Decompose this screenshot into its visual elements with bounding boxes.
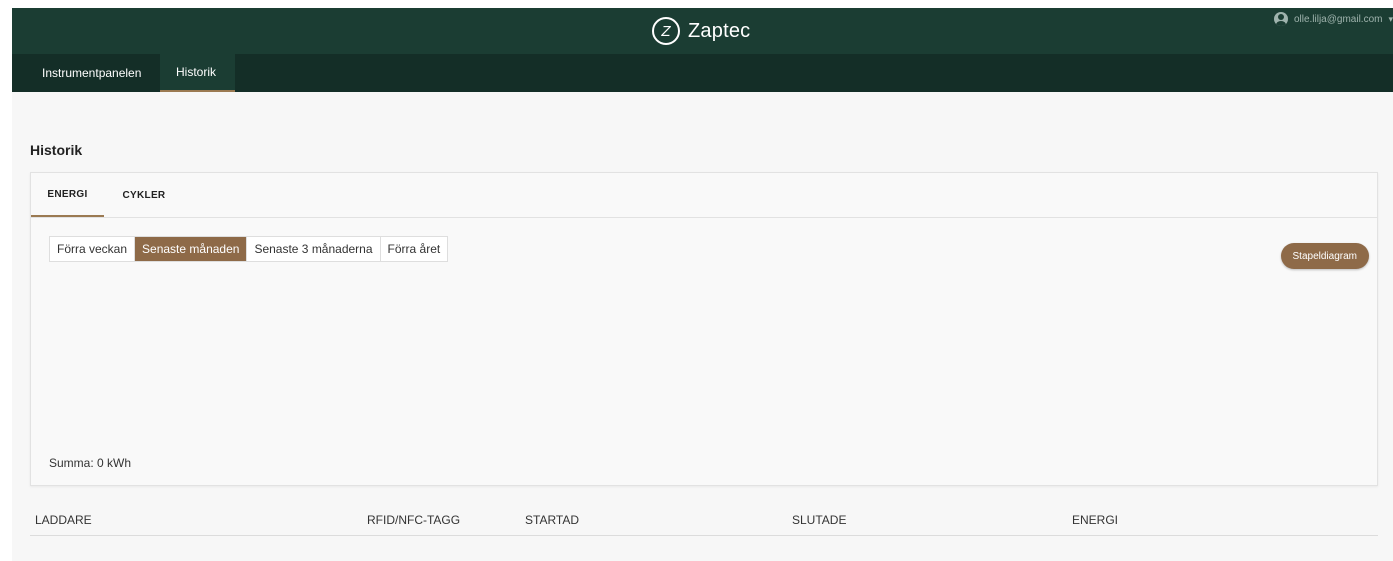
brand[interactable]: Z Zaptec	[652, 14, 750, 48]
range-button-senaste-3-manaderna[interactable]: Senaste 3 månaderna	[247, 237, 381, 261]
user-menu[interactable]: olle.lilja@gmail.com ▾	[1273, 12, 1393, 26]
energy-chart-area	[49, 273, 1359, 443]
nav-item-instrumentpanelen[interactable]: Instrumentpanelen	[26, 54, 158, 92]
sessions-table-header: LADDARE RFID/NFC-TAGG STARTAD SLUTADE EN…	[30, 504, 1378, 536]
time-range-selector: Förra veckan Senaste månaden Senaste 3 m…	[49, 236, 449, 262]
tab-label: CYKLER	[122, 189, 166, 201]
tab-cykler[interactable]: CYKLER	[104, 173, 184, 217]
column-header-slutade[interactable]: SLUTADE	[792, 513, 846, 527]
column-header-laddare[interactable]: LADDARE	[35, 513, 92, 527]
range-button-forra-aret[interactable]: Förra året	[381, 237, 448, 261]
brand-name: Zaptec	[688, 19, 751, 42]
app-frame: Z Zaptec olle.lilja@gmail.com ▾ Instrume…	[12, 8, 1393, 561]
column-header-startad[interactable]: STARTAD	[525, 513, 579, 527]
main-nav: Instrumentpanelen Historik	[12, 54, 1393, 92]
nav-item-historik[interactable]: Historik	[160, 54, 235, 92]
history-card: ENERGI CYKLER Förra veckan Senaste månad…	[30, 172, 1378, 486]
zaptec-logo-icon: Z	[652, 17, 680, 45]
user-email: olle.lilja@gmail.com	[1293, 13, 1383, 25]
range-button-senaste-manaden[interactable]: Senaste månaden	[135, 237, 248, 261]
top-bar: Z Zaptec olle.lilja@gmail.com ▾	[12, 8, 1393, 54]
tab-energi[interactable]: ENERGI	[31, 173, 104, 217]
chevron-down-icon: ▾	[1388, 13, 1393, 24]
user-circle-icon	[1273, 12, 1288, 26]
chart-type-button[interactable]: Stapeldiagram	[1280, 243, 1369, 269]
column-header-energi[interactable]: ENERGI	[1072, 513, 1118, 527]
nav-item-label: Instrumentpanelen	[42, 66, 142, 80]
history-tabs: ENERGI CYKLER	[31, 173, 1377, 218]
page-title: Historik	[30, 142, 83, 158]
nav-item-label: Historik	[176, 65, 217, 79]
range-button-forra-veckan[interactable]: Förra veckan	[50, 237, 136, 261]
tab-label: ENERGI	[47, 188, 88, 200]
column-header-rfid[interactable]: RFID/NFC-TAGG	[367, 513, 460, 527]
energy-sum: Summa: 0 kWh	[49, 456, 132, 470]
